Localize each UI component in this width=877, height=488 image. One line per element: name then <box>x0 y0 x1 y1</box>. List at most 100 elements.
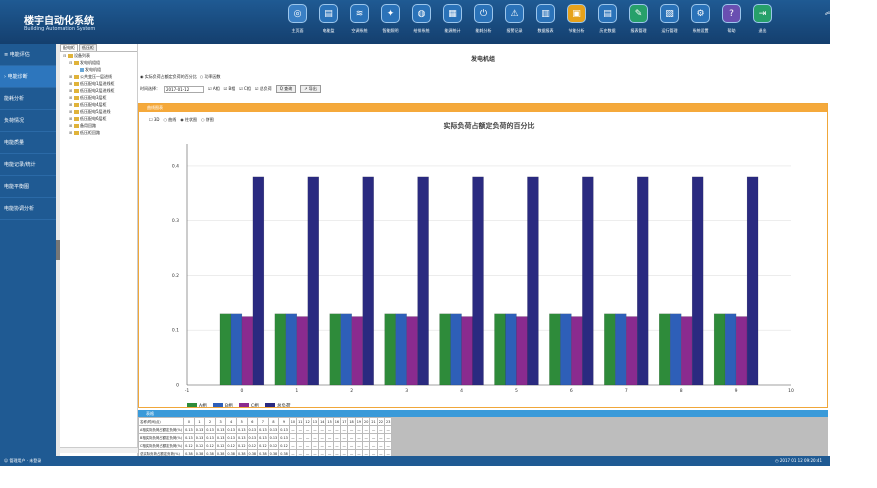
power-icon: ⏻ <box>474 4 493 23</box>
sidebar-item-1[interactable]: › 电能诊断 <box>0 66 56 88</box>
table-cell: — <box>318 425 327 434</box>
option-load-percent[interactable]: ◉ 实际负荷占额定负荷的百分比 <box>140 74 197 80</box>
toolbar-label: 空调系统 <box>351 28 368 33</box>
tree-node[interactable]: 发电机组 <box>60 66 137 73</box>
toolbar-button-3[interactable]: ✦ 智能照明 <box>375 4 406 42</box>
tree-node-label: 低压柜回路 <box>80 129 100 135</box>
table-cell: 0.13 <box>214 433 227 442</box>
folder-icon <box>74 95 79 100</box>
toolbar-button-2[interactable]: ≋ 空调系统 <box>344 4 375 42</box>
sidebar: ≡ 电能评估 › 电能诊断 能耗分析 负荷情况 电能质量 电能记录/统计 电能平衡图 电能协调… <box>0 44 56 456</box>
table-header-cell: 21 <box>369 417 378 426</box>
toolbar-button-10[interactable]: ▤ 历史数据 <box>592 4 623 42</box>
tree-tab-1[interactable]: 低压柜 <box>79 44 97 51</box>
tree-expander-icon[interactable]: ⊞ <box>69 109 73 114</box>
export-button[interactable]: ↗ 导出 <box>300 85 321 93</box>
tree-node-label: 低压配电5层进线 <box>80 108 111 114</box>
toolbar-button-9[interactable]: ▣ 节能分析 <box>561 4 592 42</box>
tree-node[interactable]: ⊞ 公共变压一层进线 <box>60 73 137 80</box>
sidebar-item-5[interactable]: 电能记录/统计 <box>0 154 56 176</box>
toolbar-button-15[interactable]: ⇥ 退出 <box>747 4 778 42</box>
check-phase-a[interactable]: ☑ A相 <box>208 86 220 92</box>
sidebar-item-7[interactable]: 电能协调分析 <box>0 198 56 220</box>
table-cell: — <box>296 425 305 434</box>
tree-node[interactable]: ⊞ 低压配电5层进线 <box>60 108 137 115</box>
collapse-icon[interactable]: ︽ <box>825 6 833 17</box>
tree-horizontal-scrollbar[interactable] <box>60 447 138 453</box>
option-3d[interactable]: ☐ 3D <box>149 117 159 123</box>
table-cell: 0.13 <box>246 425 259 434</box>
tree-expander-icon[interactable]: ⊞ <box>69 95 73 100</box>
x-tick-label: -1 <box>185 388 190 394</box>
option-pie[interactable]: ○ 饼图 <box>201 117 214 123</box>
date-input[interactable]: 2017-01-12 <box>164 85 204 93</box>
toolbar-button-0[interactable]: ◎ 主页面 <box>282 4 313 42</box>
toolbar-label: 运行管理 <box>661 28 678 33</box>
folder-icon <box>74 123 79 128</box>
toolbar-label: 退出 <box>758 28 767 33</box>
time-label: 时间选择： <box>140 86 160 91</box>
tree-node[interactable]: ⊞ 备用回路 <box>60 122 137 129</box>
option-line[interactable]: ○ 曲线 <box>163 117 176 123</box>
table-cell: — <box>340 433 349 442</box>
table-cell: — <box>369 433 378 442</box>
check-phase-b[interactable]: ☑ B相 <box>224 86 236 92</box>
y-tick-label: 0.4 <box>172 163 179 169</box>
tree-node[interactable]: ⊞ 低压配电2层进线柜 <box>60 87 137 94</box>
toolbar-button-8[interactable]: ▥ 数据报表 <box>530 4 561 42</box>
settings-icon: ⚙ <box>691 4 710 23</box>
tree-node-list: ⊟ 设备列表 ⊟ 发电机组组 发电机组 ⊞ 公共变压一层进线 ⊞ 低压配电1层进线柜 ⊞ 低压配电2… <box>60 52 137 136</box>
table-header-cell: 15 <box>325 417 334 426</box>
tree-expander-icon[interactable]: ⊞ <box>69 74 73 79</box>
tree-node[interactable]: ⊞ 低压配电6层柜 <box>60 115 137 122</box>
sidebar-item-4[interactable]: 电能质量 <box>0 132 56 154</box>
table-cell: 0.12 <box>246 441 259 450</box>
sidebar-item-0[interactable]: ≡ 电能评估 <box>0 44 56 66</box>
toolbar-button-13[interactable]: ⚙ 系统设置 <box>685 4 716 42</box>
table-cell: — <box>310 433 320 442</box>
check-phase-c[interactable]: ☑ C相 <box>239 86 251 92</box>
sidebar-item-6[interactable]: 电能平衡图 <box>0 176 56 198</box>
toolbar-button-6[interactable]: ⏻ 能耗分析 <box>468 4 499 42</box>
bar-0-8 <box>659 313 671 386</box>
table-header-cell: 7 <box>257 417 269 426</box>
toolbar-button-14[interactable]: ? 帮助 <box>716 4 747 42</box>
option-power-factor[interactable]: ○ 功率因数 <box>200 74 221 80</box>
bar-1-7 <box>615 313 627 386</box>
tree-expander-icon[interactable]: ⊟ <box>69 60 73 65</box>
toolbar-button-12[interactable]: ▧ 运行管理 <box>654 4 685 42</box>
tree-node[interactable]: ⊞ 低压配电3层柜 <box>60 94 137 101</box>
tree-node[interactable]: ⊞ 低压配电1层进线柜 <box>60 80 137 87</box>
tree-expander-icon[interactable]: ⊞ <box>69 130 73 135</box>
tree-expander-icon[interactable]: ⊞ <box>69 88 73 93</box>
toolbar-label: 节能分析 <box>568 28 585 33</box>
tree-node[interactable]: ⊟ 设备列表 <box>60 52 137 59</box>
table-header-cell: 20 <box>362 417 371 426</box>
tree-node[interactable]: ⊟ 发电机组组 <box>60 59 137 66</box>
bar-1-5 <box>505 313 517 386</box>
toolbar-button-11[interactable]: ✎ 报表管理 <box>623 4 654 42</box>
toolbar-button-4[interactable]: ◍ 给排系统 <box>406 4 437 42</box>
toolbar-button-1[interactable]: ▤ 电能监 <box>313 4 344 42</box>
toolbar-label: 系统设置 <box>692 28 709 33</box>
toolbar-button-7[interactable]: ⚠ 报警记录 <box>499 4 530 42</box>
status-user: ☺ 管理用户 · 未登录 <box>4 458 42 463</box>
check-total[interactable]: ☑ 总负荷 <box>255 86 272 92</box>
table-cell: — <box>288 441 298 450</box>
sidebar-item-3[interactable]: 负荷情况 <box>0 110 56 132</box>
table-header-cell: 19 <box>354 417 364 426</box>
query-button[interactable]: Q 查询 <box>275 85 297 93</box>
tree-expander-icon[interactable]: ⊞ <box>69 81 73 86</box>
tree-tab-0[interactable]: 配电柜 <box>60 44 78 51</box>
tree-expander-icon[interactable]: ⊞ <box>69 116 73 121</box>
tree-expander-icon[interactable]: ⊟ <box>63 53 67 58</box>
legend-label-0: A相 <box>199 402 207 407</box>
tree-expander-icon[interactable]: ⊞ <box>69 123 73 128</box>
option-bar[interactable]: ◉ 柱状图 <box>180 117 197 123</box>
table-cell: — <box>325 433 334 442</box>
tree-node[interactable]: ⊞ 低压配电4层柜 <box>60 101 137 108</box>
sidebar-item-2[interactable]: 能耗分析 <box>0 88 56 110</box>
tree-node[interactable]: ⊞ 低压柜回路 <box>60 129 137 136</box>
toolbar-button-5[interactable]: ▦ 能源统计 <box>437 4 468 42</box>
tree-expander-icon[interactable]: ⊞ <box>69 102 73 107</box>
